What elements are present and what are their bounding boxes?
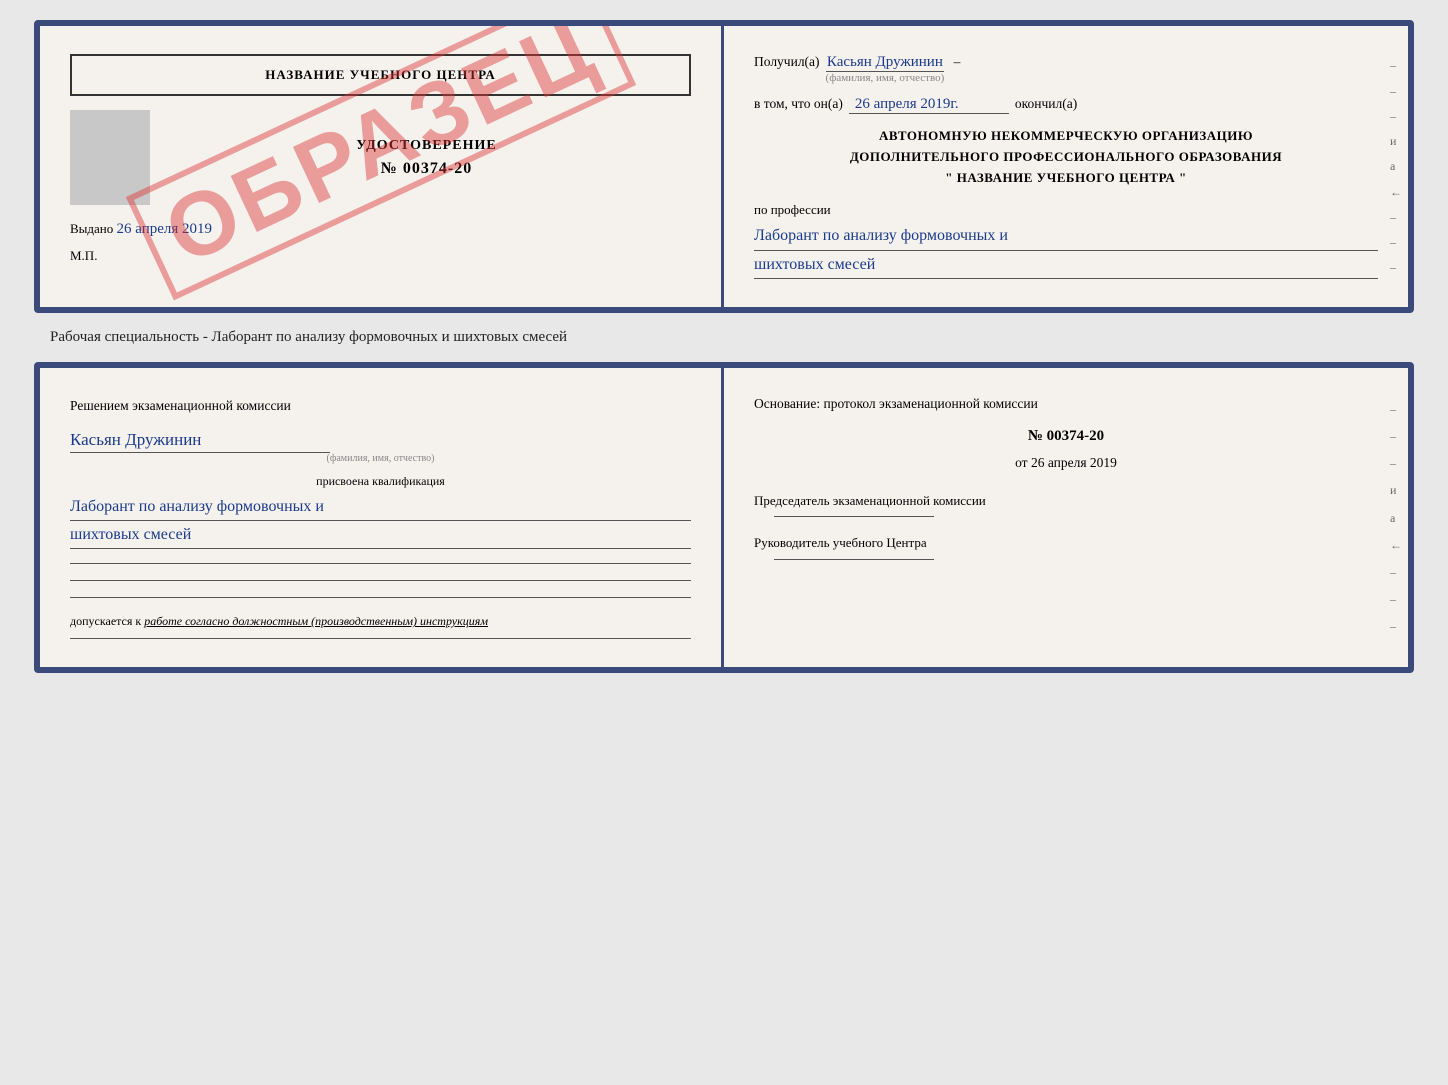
vydano-date: 26 апреля 2019 [117,221,213,237]
blank-line-4 [70,638,691,639]
bottom-fio-sub: (фамилия, имя, отчество) [327,453,435,464]
photo-placeholder [70,110,150,205]
top-left-panel: НАЗВАНИЕ УЧЕБНОГО ЦЕНТРА УДОСТОВЕРЕНИЕ №… [40,26,724,307]
vtom-label: в том, что он(а) [754,96,843,112]
bottom-left-panel: Решением экзаменационной комиссии Касьян… [40,368,724,668]
mp-text: М.П. [70,248,97,263]
blank-line-2 [70,580,691,581]
profession-text: Лаборант по анализу формовочных и шихтов… [754,222,1378,278]
top-right-panel: Получил(а) Касьян Дружинин (фамилия, имя… [724,26,1408,307]
right-side-dashes: – – – и а ← – – – [1386,26,1408,307]
cert-title: НАЗВАНИЕ УЧЕБНОГО ЦЕНТРА [265,67,496,82]
cert-title-block: НАЗВАНИЕ УЧЕБНОГО ЦЕНТРА [70,54,691,96]
reshenie-heading: Решением экзаменационной комиссии [70,396,691,416]
fio-block: Касьян Дружинин (фамилия, имя, отчество) [826,54,945,84]
osnowanie-text: Основание: протокол экзаменационной коми… [754,396,1378,412]
blank-line-3 [70,597,691,598]
mp-line: М.П. [70,248,691,264]
organization-block: АВТОНОМНУЮ НЕКОММЕРЧЕСКУЮ ОРГАНИЗАЦИЮ ДО… [754,126,1378,188]
qual-line2: шихтовых смесей [70,521,691,549]
chairman-signature-line [774,516,934,517]
okonchil-label: окончил(а) [1015,96,1077,112]
org-line1: АВТОНОМНУЮ НЕКОММЕРЧЕСКУЮ ОРГАНИЗАЦИЮ [754,126,1378,147]
dopusk-label: допускается к [70,614,141,628]
fio-handwritten: Касьян Дружинин [827,54,943,71]
profession-line2: шихтовых смесей [754,251,1378,279]
ot-label: от [1015,455,1027,470]
blank-line-1 [70,563,691,564]
profession-label: по профессии [754,202,1378,218]
qual-line1: Лаборант по анализу формовочных и [70,493,691,521]
rukovoditel-signature-line [774,559,934,560]
udostoverenie-label: УДОСТОВЕРЕНИЕ [162,138,691,154]
vydano-line: Выдано 26 апреля 2019 [70,221,691,238]
blank-lines-bottom [70,638,691,639]
qualification-text: Лаборант по анализу формовочных и шихтов… [70,493,691,549]
bottom-fio-handwritten: Касьян Дружинин [70,430,330,453]
dopusk-text-content: работе согласно должностным (производств… [144,614,488,628]
fio-sub: (фамилия, имя, отчество) [826,72,945,84]
cert-stamp-area: УДОСТОВЕРЕНИЕ № 00374-20 [70,110,691,205]
bottom-certificate-book: Решением экзаменационной комиссии Касьян… [34,362,1414,674]
protocol-date: от 26 апреля 2019 [754,455,1378,471]
qualification-label: присвоена квалификация [70,474,691,489]
udostoverenie-block: УДОСТОВЕРЕНИЕ № 00374-20 [162,138,691,178]
subtitle-text: Рабочая специальность - Лаборант по анал… [20,329,567,346]
vtom-line: в том, что он(а) 26 апреля 2019г. окончи… [754,96,1378,114]
vydano-label: Выдано [70,221,113,236]
bottom-fio-block: Касьян Дружинин (фамилия, имя, отчество) [70,430,691,464]
dopusk-block: допускается к работе согласно должностны… [70,612,691,630]
profession-line1: Лаборант по анализу формовочных и [754,222,1378,250]
rukovoditel-label: Руководитель учебного Центра [754,533,1378,553]
bottom-right-side-dashes: – – – и а ← – – – [1386,368,1408,668]
protocol-number: № 00374-20 [754,428,1378,445]
bottom-right-panel: Основание: протокол экзаменационной коми… [724,368,1408,668]
top-certificate-book: НАЗВАНИЕ УЧЕБНОГО ЦЕНТРА УДОСТОВЕРЕНИЕ №… [34,20,1414,313]
poluchil-line: Получил(а) Касьян Дружинин (фамилия, имя… [754,54,1378,84]
protocol-date-value: 26 апреля 2019 [1031,455,1117,470]
chairman-block: Председатель экзаменационной комиссии [754,491,1378,518]
udostoverenie-number: № 00374-20 [381,160,472,177]
rukovoditel-block: Руководитель учебного Центра [754,533,1378,560]
poluchil-label: Получил(а) [754,54,820,70]
org-line2: ДОПОЛНИТЕЛЬНОГО ПРОФЕССИОНАЛЬНОГО ОБРАЗО… [754,147,1378,168]
dash-separator: – [950,54,960,70]
blank-lines-block [70,563,691,598]
vtom-date: 26 апреля 2019г. [849,96,1009,114]
chairman-label: Председатель экзаменационной комиссии [754,491,1378,511]
org-line3: " НАЗВАНИЕ УЧЕБНОГО ЦЕНТРА " [754,168,1378,189]
